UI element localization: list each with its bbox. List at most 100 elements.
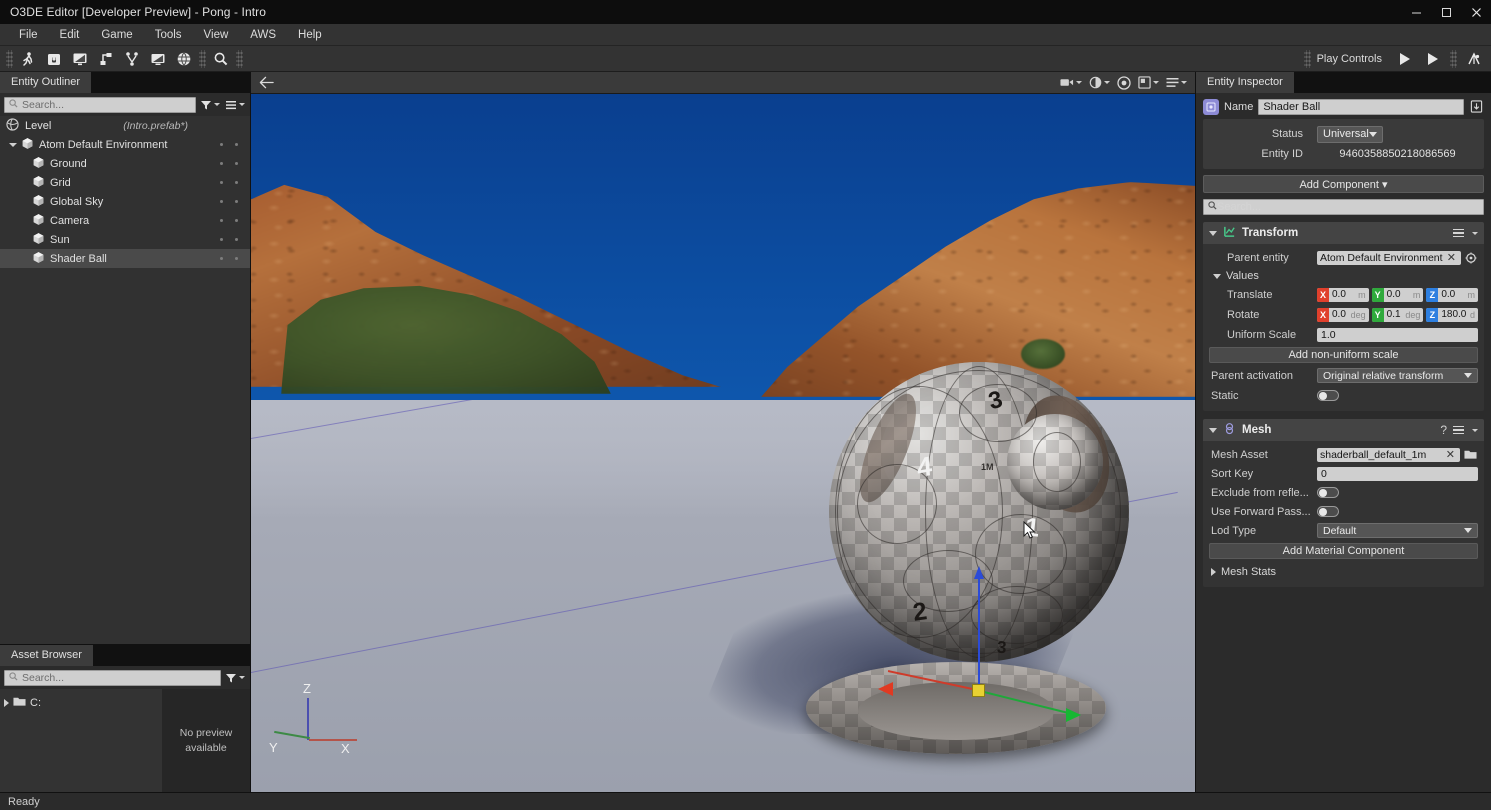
grid-snap-icon[interactable] bbox=[1087, 74, 1112, 92]
menu-tools[interactable]: Tools bbox=[144, 24, 193, 46]
menu-file[interactable]: File bbox=[8, 24, 49, 46]
clear-icon[interactable]: ✕ bbox=[1445, 251, 1458, 264]
chevron-right-icon[interactable] bbox=[1211, 568, 1216, 576]
menu-view[interactable]: View bbox=[193, 24, 240, 46]
help-icon[interactable]: ? bbox=[1440, 423, 1447, 437]
gizmo-center-handle[interactable] bbox=[972, 684, 985, 697]
menu-aws[interactable]: AWS bbox=[239, 24, 287, 46]
magnifier-icon[interactable] bbox=[208, 48, 234, 70]
outliner-search-input[interactable]: Search... bbox=[4, 97, 196, 113]
parent-activation-dropdown[interactable]: Original relative transform bbox=[1317, 368, 1478, 383]
row-toggles[interactable] bbox=[220, 181, 250, 184]
play-controls-grip-2[interactable] bbox=[1450, 50, 1457, 68]
values-group-row[interactable]: Values bbox=[1209, 268, 1478, 284]
status-dropdown[interactable]: Universal bbox=[1317, 126, 1383, 143]
maximize-button[interactable] bbox=[1431, 0, 1461, 24]
sort-key-input[interactable]: 0 bbox=[1317, 467, 1478, 481]
list-menu-icon[interactable] bbox=[224, 96, 246, 113]
menu-edit[interactable]: Edit bbox=[49, 24, 91, 46]
menu-help[interactable]: Help bbox=[287, 24, 333, 46]
parent-entity-field[interactable]: Atom Default Environment ✕ bbox=[1317, 251, 1461, 265]
play-button[interactable] bbox=[1392, 48, 1418, 70]
branch-icon[interactable] bbox=[119, 48, 145, 70]
menu-game[interactable]: Game bbox=[90, 24, 143, 46]
outliner-level-row[interactable]: Level (Intro.prefab*) bbox=[0, 116, 250, 135]
tab-entity-inspector[interactable]: Entity Inspector bbox=[1196, 72, 1294, 93]
static-toggle[interactable] bbox=[1317, 390, 1339, 401]
chevron-down-icon[interactable] bbox=[1472, 232, 1478, 235]
folder-browse-icon[interactable] bbox=[1463, 446, 1478, 463]
toolbar-grip-2[interactable] bbox=[199, 50, 206, 68]
row-toggles[interactable] bbox=[220, 219, 250, 222]
monitor-screen-icon[interactable] bbox=[67, 48, 93, 70]
component-header-transform[interactable]: Transform bbox=[1203, 222, 1484, 244]
row-toggles[interactable] bbox=[220, 143, 250, 146]
pick-entity-icon[interactable] bbox=[1469, 98, 1484, 115]
run-person-icon[interactable] bbox=[15, 48, 41, 70]
gizmo-x-arrow[interactable] bbox=[878, 682, 893, 696]
rotate-y-field[interactable]: Y 0.1 deg bbox=[1372, 308, 1424, 322]
layout-icon[interactable] bbox=[1136, 74, 1161, 92]
outliner-row-ground[interactable]: Ground bbox=[0, 154, 250, 173]
outliner-row-grid[interactable]: Grid bbox=[0, 173, 250, 192]
rotate-z-field[interactable]: Z 180.0 d bbox=[1426, 308, 1478, 322]
gizmo-z-axis[interactable] bbox=[978, 578, 980, 693]
tab-asset-browser[interactable]: Asset Browser bbox=[0, 645, 93, 666]
row-toggles[interactable] bbox=[220, 162, 250, 165]
monitor-display-icon[interactable] bbox=[145, 48, 171, 70]
gizmo-y-arrow[interactable] bbox=[1066, 708, 1081, 722]
component-menu-icon[interactable] bbox=[1453, 229, 1464, 238]
environment-probe-icon[interactable] bbox=[1461, 48, 1487, 70]
target-picker-icon[interactable] bbox=[1464, 249, 1478, 266]
row-toggles[interactable] bbox=[220, 238, 250, 241]
asset-browser-search-input[interactable]: Search... bbox=[4, 670, 221, 686]
filter-icon[interactable] bbox=[199, 96, 221, 113]
chevron-down-icon[interactable] bbox=[1213, 274, 1221, 279]
3d-viewport[interactable]: 3 4 1 2 3 1M bbox=[251, 94, 1195, 792]
expander-icon[interactable] bbox=[8, 143, 18, 147]
asset-tree-item-c[interactable]: C: bbox=[4, 695, 158, 711]
chevron-down-icon[interactable] bbox=[1209, 231, 1217, 236]
chevron-down-icon[interactable] bbox=[1472, 429, 1478, 432]
lod-type-dropdown[interactable]: Default bbox=[1317, 523, 1478, 538]
tab-entity-outliner[interactable]: Entity Outliner bbox=[0, 72, 91, 93]
clear-icon[interactable]: ✕ bbox=[1444, 448, 1457, 461]
play-controls-grip[interactable] bbox=[1304, 50, 1311, 68]
add-nonuniform-scale-button[interactable]: Add non-uniform scale bbox=[1209, 347, 1478, 363]
translate-x-field[interactable]: X 0.0 m bbox=[1317, 288, 1369, 302]
chevron-down-icon[interactable] bbox=[1209, 428, 1217, 433]
toolbar-grip[interactable] bbox=[6, 50, 13, 68]
viewport-menu-icon[interactable] bbox=[1164, 74, 1189, 92]
outliner-row-sun[interactable]: Sun bbox=[0, 230, 250, 249]
use-forward-pass-toggle[interactable] bbox=[1317, 506, 1339, 517]
translate-gizmo[interactable] bbox=[978, 578, 979, 579]
mesh-asset-field[interactable]: shaderball_default_1m ✕ bbox=[1317, 448, 1460, 462]
translate-y-field[interactable]: Y 0.0 m bbox=[1372, 288, 1424, 302]
inspector-search-input[interactable]: Search... bbox=[1203, 199, 1484, 215]
minimize-button[interactable] bbox=[1401, 0, 1431, 24]
translate-z-field[interactable]: Z 0.0 m bbox=[1426, 288, 1478, 302]
add-material-component-button[interactable]: Add Material Component bbox=[1209, 543, 1478, 559]
back-arrow-icon[interactable] bbox=[257, 74, 276, 92]
mesh-stats-row[interactable]: Mesh Stats bbox=[1209, 564, 1478, 580]
rotate-x-field[interactable]: X 0.0 deg bbox=[1317, 308, 1369, 322]
outliner-row-atom-default-environment[interactable]: Atom Default Environment bbox=[0, 135, 250, 154]
row-toggles[interactable] bbox=[220, 200, 250, 203]
play-game-button[interactable] bbox=[1420, 48, 1446, 70]
component-header-mesh[interactable]: Mesh ? bbox=[1203, 419, 1484, 441]
outliner-row-shader-ball[interactable]: Shader Ball bbox=[0, 249, 250, 268]
link-nodes-icon[interactable] bbox=[93, 48, 119, 70]
uniform-scale-input[interactable]: 1.0 bbox=[1317, 328, 1478, 342]
eye-icon[interactable] bbox=[1115, 74, 1133, 92]
exclude-from-reflection-toggle[interactable] bbox=[1317, 487, 1339, 498]
chevron-right-icon[interactable] bbox=[4, 699, 9, 707]
toolbar-grip-3[interactable] bbox=[236, 50, 243, 68]
add-component-button[interactable]: Add Component ▾ bbox=[1203, 175, 1484, 193]
component-menu-icon[interactable] bbox=[1453, 426, 1464, 435]
lock-icon[interactable] bbox=[41, 48, 67, 70]
close-button[interactable] bbox=[1461, 0, 1491, 24]
outliner-row-camera[interactable]: Camera bbox=[0, 211, 250, 230]
camera-icon[interactable] bbox=[1058, 74, 1084, 92]
gizmo-z-arrow[interactable] bbox=[974, 566, 984, 579]
row-toggles[interactable] bbox=[220, 257, 250, 260]
